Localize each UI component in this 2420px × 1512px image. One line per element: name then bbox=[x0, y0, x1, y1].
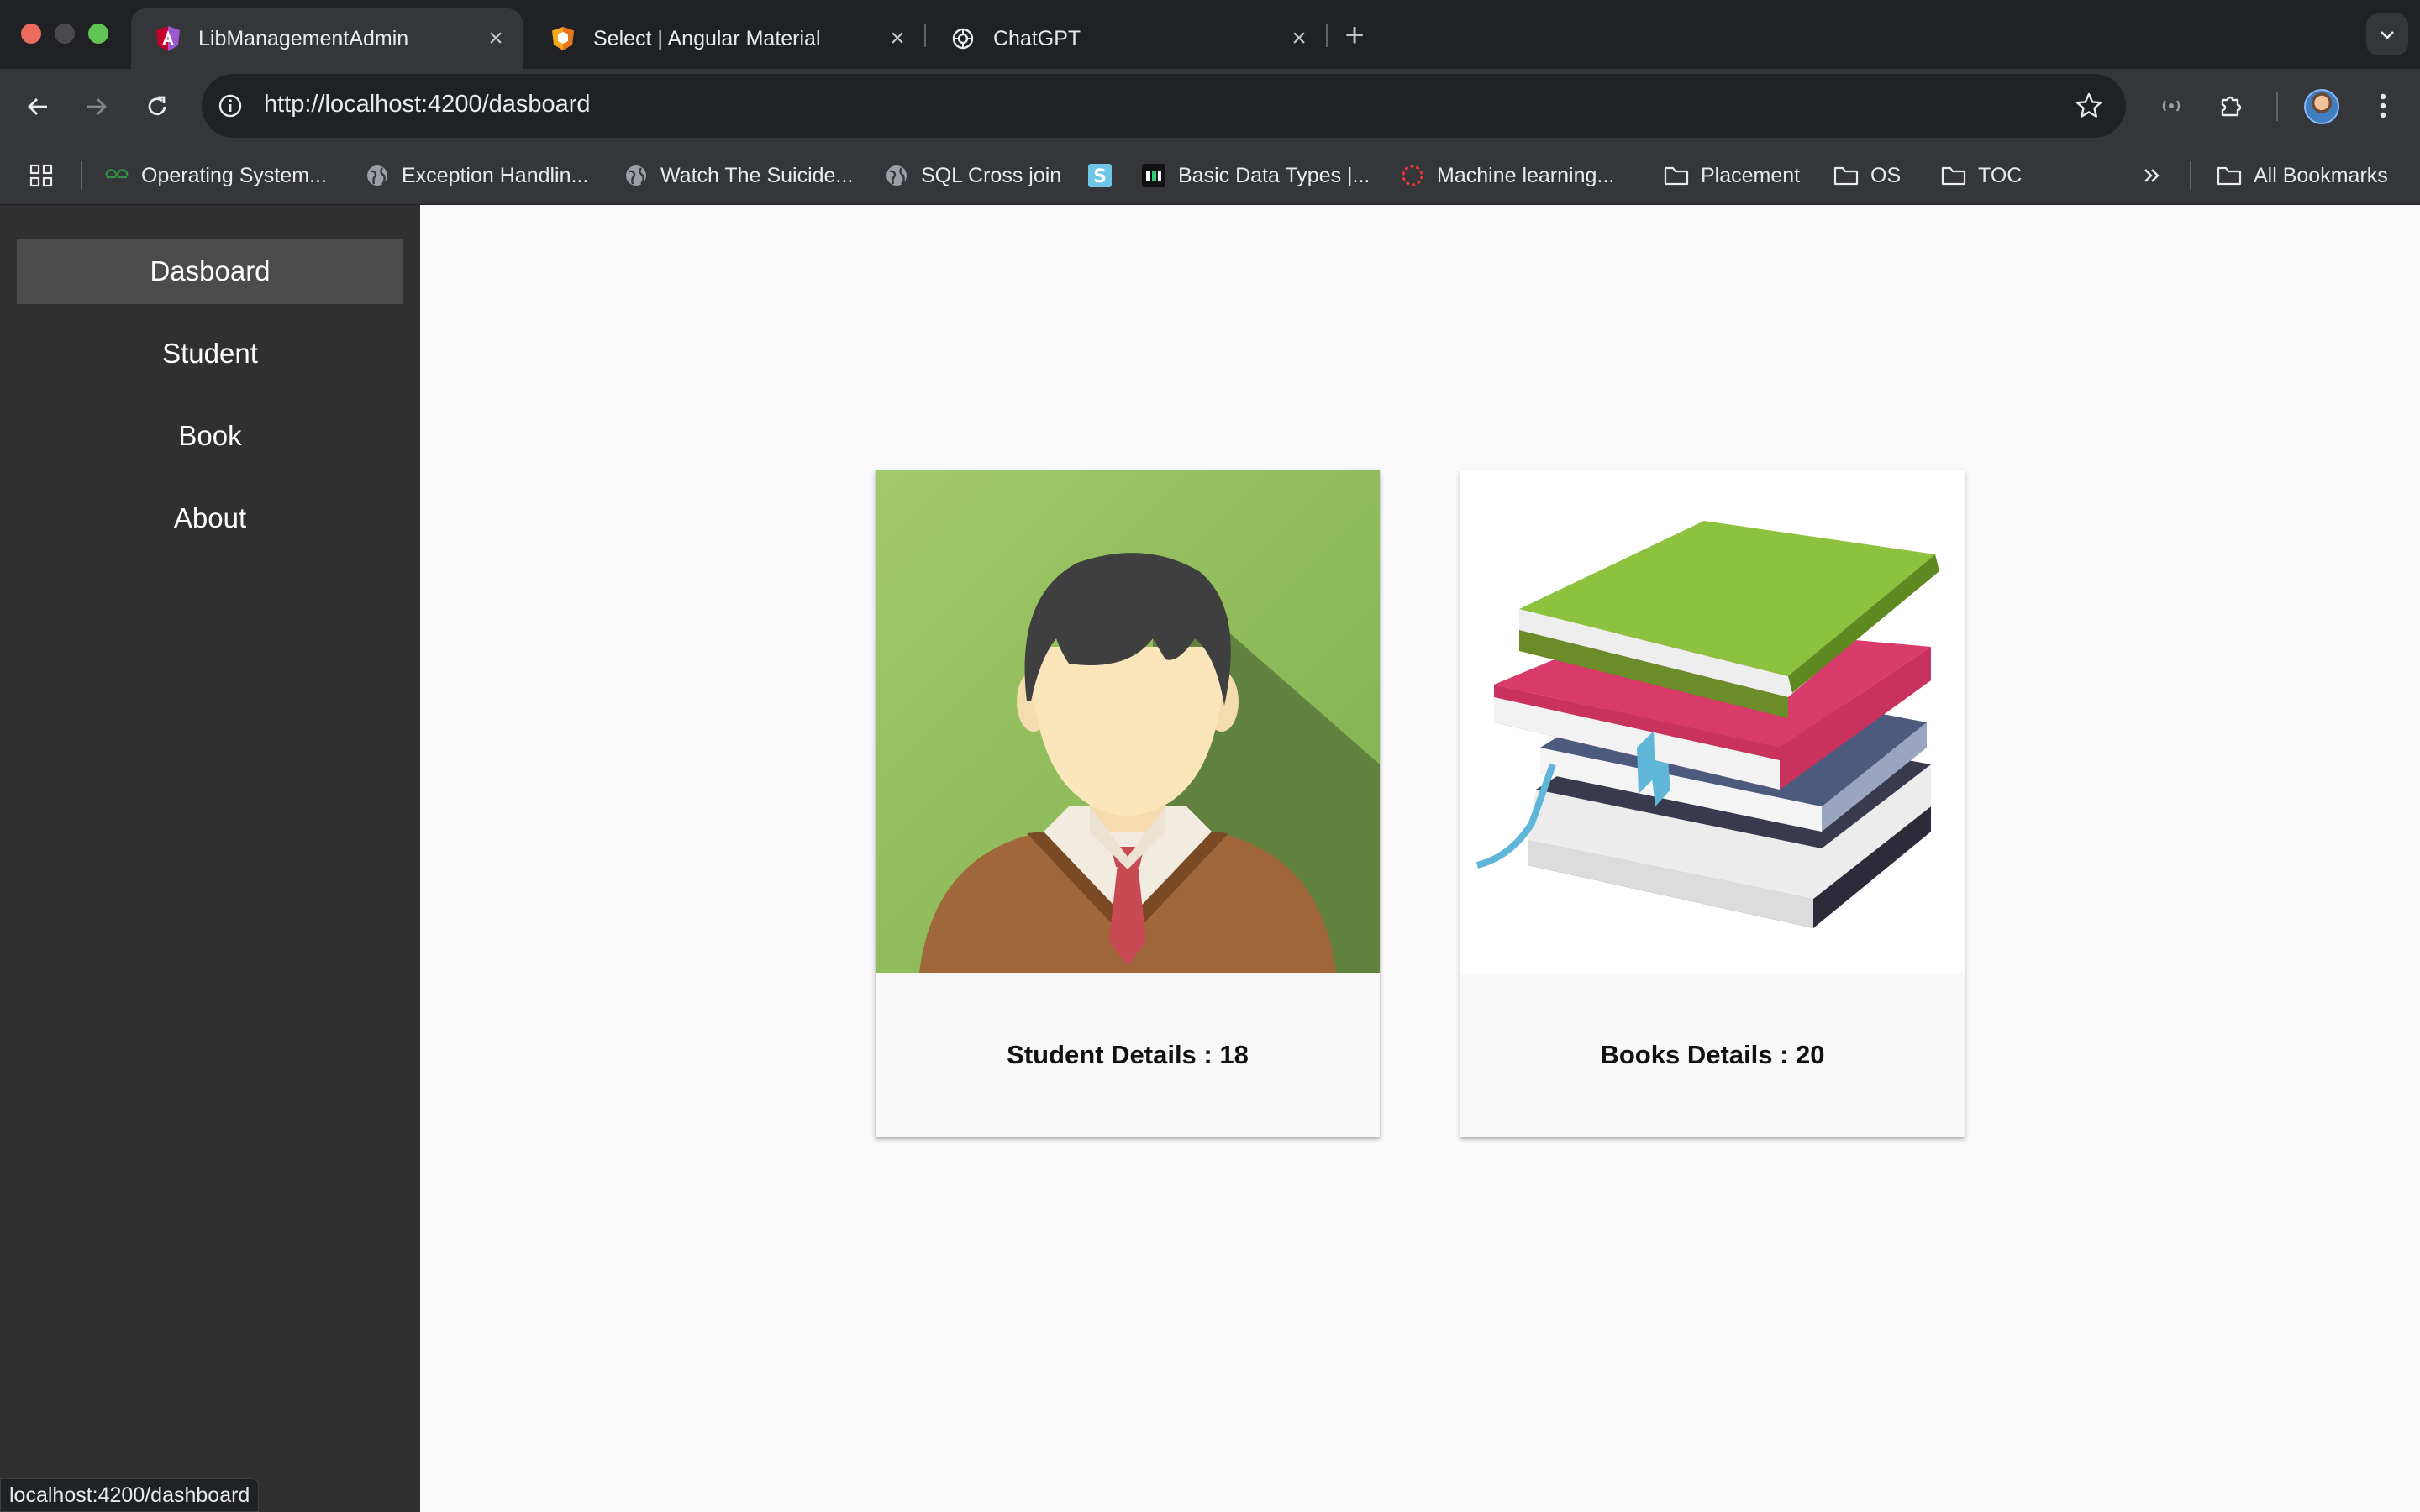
bookmark-label: OS bbox=[1870, 163, 1902, 187]
bookmark-label: Operating System... bbox=[141, 163, 327, 187]
bookmark-basic-data-types[interactable]: Basic Data Types |... bbox=[1141, 156, 1370, 195]
media-controls-icon[interactable] bbox=[2151, 86, 2191, 126]
angular-material-icon bbox=[550, 25, 576, 52]
forward-button[interactable] bbox=[76, 86, 118, 128]
close-tab-icon[interactable]: × bbox=[1282, 22, 1316, 55]
url-text[interactable]: http://localhost:4200/dasboard bbox=[264, 91, 591, 118]
browser-tab-angular-material[interactable]: Select | Angular Material × bbox=[526, 8, 924, 69]
arrow-left-icon bbox=[28, 98, 47, 115]
s-icon: S bbox=[1087, 163, 1113, 188]
bookmark-machine-learning[interactable]: Machine learning... bbox=[1400, 156, 1614, 195]
dashboard-content: Student Details : 18 Books Details: 20 bbox=[420, 205, 2420, 1512]
more-bookmarks-button[interactable] bbox=[2139, 156, 2176, 195]
bookmark-exception-handling[interactable]: Exception Handlin... bbox=[365, 156, 588, 195]
bookmark-sql-cross-join[interactable]: SQL Cross join bbox=[884, 156, 1061, 195]
bookmark-s-site[interactable]: S bbox=[1087, 156, 1124, 195]
close-tab-icon[interactable]: × bbox=[881, 22, 914, 55]
sidebar-item-label: Dasboard bbox=[150, 255, 271, 286]
sidebar-item-label: Book bbox=[178, 420, 242, 451]
sidebar-item-student[interactable]: Student bbox=[17, 321, 403, 386]
bookmark-label: Machine learning... bbox=[1437, 163, 1615, 187]
tab-title: Select | Angular Material bbox=[593, 26, 821, 50]
books-details-caption: Books Details : 20 bbox=[1460, 973, 1965, 1137]
tab-search-button[interactable] bbox=[2366, 13, 2408, 55]
bookmark-label: SQL Cross join bbox=[921, 163, 1062, 187]
bookmark-watch-the-suicide[interactable]: Watch The Suicide... bbox=[623, 156, 853, 195]
extensions-puzzle-icon[interactable] bbox=[2212, 86, 2252, 126]
bookmark-label: Watch The Suicide... bbox=[660, 163, 854, 187]
bookmark-operating-system[interactable]: Operating System... bbox=[104, 156, 327, 195]
bookmark-star-icon[interactable] bbox=[2069, 86, 2109, 126]
sidebar: Dasboard Student Book About bbox=[0, 205, 420, 1512]
bookmark-label: Basic Data Types |... bbox=[1178, 163, 1370, 187]
bookmark-folder-placement[interactable]: Placement bbox=[1664, 156, 1800, 195]
tab-title: ChatGPT bbox=[993, 26, 1081, 50]
globe-icon bbox=[623, 163, 649, 188]
ring-icon bbox=[1400, 163, 1425, 188]
bookmarks-divider bbox=[2190, 161, 2191, 190]
folder-icon bbox=[2217, 163, 2242, 188]
bookmark-folder-toc[interactable]: TOC bbox=[1941, 156, 2022, 195]
folder-icon bbox=[1664, 163, 1689, 188]
sidebar-item-about[interactable]: About bbox=[17, 486, 403, 551]
book-stack-illustration bbox=[1460, 470, 1965, 973]
chevron-down-icon bbox=[2381, 31, 2394, 39]
window-minimize-button[interactable] bbox=[55, 24, 75, 44]
apps-grid-icon bbox=[29, 163, 54, 188]
data-icon bbox=[1141, 163, 1166, 188]
browser-tab-libmanagementadmin[interactable]: LibManagementAdmin × bbox=[131, 8, 523, 69]
bookmarks-divider bbox=[81, 161, 82, 190]
toolbar-divider bbox=[2276, 92, 2278, 121]
sidebar-item-label: About bbox=[173, 502, 247, 533]
student-details-caption: Student Details : 18 bbox=[876, 973, 1380, 1137]
browser-tab-chatgpt[interactable]: ChatGPT × bbox=[926, 8, 1326, 69]
arrow-right-icon bbox=[87, 98, 107, 115]
sidebar-item-dasboard[interactable]: Dasboard bbox=[17, 239, 403, 304]
double-chevron-right-icon bbox=[2139, 163, 2165, 188]
reload-button[interactable] bbox=[136, 86, 178, 128]
folder-icon bbox=[1833, 163, 1859, 188]
chatgpt-icon bbox=[950, 25, 976, 52]
bookmark-label: TOC bbox=[1978, 163, 2023, 187]
site-info-icon[interactable] bbox=[210, 86, 250, 126]
sidebar-item-label: Student bbox=[162, 338, 258, 369]
folder-icon bbox=[1941, 163, 1966, 188]
bookmark-folder-os[interactable]: OS bbox=[1833, 156, 1901, 195]
tab-divider bbox=[1326, 24, 1328, 47]
back-button[interactable] bbox=[17, 86, 59, 128]
bookmark-label: Exception Handlin... bbox=[402, 163, 589, 187]
student-avatar-illustration bbox=[876, 470, 1380, 973]
books-details-card[interactable]: Books Details : 20 bbox=[1460, 470, 1965, 1137]
student-details-card[interactable]: Student Details : 18 bbox=[876, 470, 1380, 1137]
new-tab-icon[interactable]: + bbox=[1336, 17, 1373, 54]
close-tab-icon[interactable]: × bbox=[479, 22, 513, 55]
profile-avatar[interactable] bbox=[2304, 89, 2339, 124]
globe-icon bbox=[365, 163, 390, 188]
sidebar-item-book[interactable]: Book bbox=[17, 403, 403, 469]
gfg-icon bbox=[104, 163, 129, 188]
bookmark-label: All Bookmarks bbox=[2254, 163, 2388, 187]
window-maximize-button[interactable] bbox=[88, 24, 108, 44]
tab-title: LibManagementAdmin bbox=[198, 26, 409, 50]
reload-icon bbox=[148, 96, 166, 116]
angular-icon bbox=[155, 25, 182, 52]
svg-text:S: S bbox=[1093, 166, 1107, 187]
globe-icon bbox=[884, 163, 909, 188]
window-close-button[interactable] bbox=[21, 24, 41, 44]
all-bookmarks-button[interactable]: All Bookmarks bbox=[2217, 156, 2388, 195]
apps-grid-button[interactable] bbox=[29, 156, 66, 195]
bookmark-label: Placement bbox=[1701, 163, 1801, 187]
link-hover-status: localhost:4200/dashboard bbox=[0, 1478, 260, 1512]
chrome-menu-icon[interactable] bbox=[2363, 86, 2403, 126]
